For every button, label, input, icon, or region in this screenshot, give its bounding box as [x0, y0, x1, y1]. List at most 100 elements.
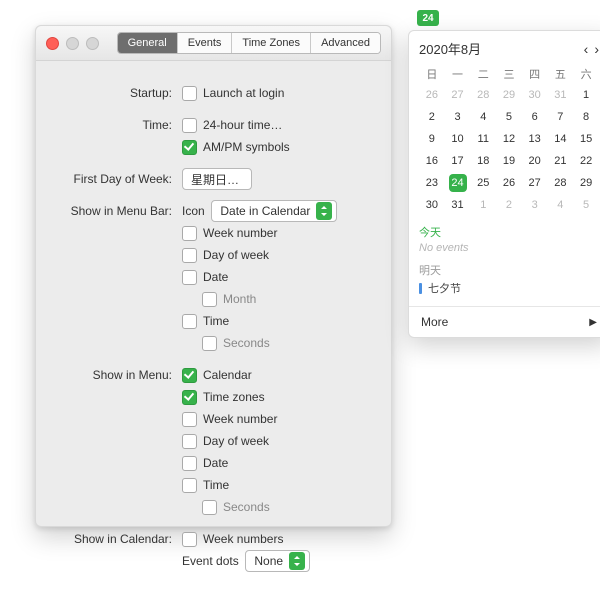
tab-bar: General Events Time Zones Advanced: [117, 32, 381, 54]
check-mn-calendar[interactable]: [182, 368, 197, 383]
calendar-day[interactable]: 30: [419, 194, 445, 216]
select-menubar-icon-value: Date in Calendar: [220, 204, 310, 218]
text-cal-weeknums: Week numbers: [203, 532, 283, 546]
check-mn-dow[interactable]: [182, 434, 197, 449]
text-ampm: AM/PM symbols: [203, 140, 290, 154]
check-24hour[interactable]: [182, 118, 197, 133]
menubar-icon[interactable]: 24: [417, 10, 439, 26]
calendar-day[interactable]: 27: [522, 172, 548, 194]
check-launch-at-login[interactable]: [182, 86, 197, 101]
check-mb-month[interactable]: [202, 292, 217, 307]
check-cal-weeknums[interactable]: [182, 532, 197, 547]
check-mb-seconds[interactable]: [202, 336, 217, 351]
calendar-dow: 三: [496, 64, 522, 84]
calendar-day[interactable]: 7: [548, 106, 574, 128]
event-title: 七夕节: [428, 280, 461, 296]
select-first-day[interactable]: 星期日…: [182, 168, 252, 190]
calendar-day[interactable]: 4: [470, 106, 496, 128]
calendar-day[interactable]: 30: [522, 84, 548, 106]
select-first-day-value: 星期日…: [191, 171, 239, 188]
calendar-day[interactable]: 3: [522, 194, 548, 216]
calendar-day[interactable]: 3: [445, 106, 471, 128]
form-area: Startup: Launch at login Time: 24-hour t…: [36, 61, 391, 591]
check-mb-time[interactable]: [182, 314, 197, 329]
calendar-panel: 2020年8月 ‹ › 日一二三四五六 26272829303112345678…: [408, 30, 600, 338]
calendar-day[interactable]: 23: [419, 172, 445, 194]
calendar-day[interactable]: 13: [522, 128, 548, 150]
tab-events[interactable]: Events: [178, 33, 233, 53]
text-mn-time: Time: [203, 478, 229, 492]
check-mn-timezones[interactable]: [182, 390, 197, 405]
label-firstday: First Day of Week:: [42, 169, 182, 189]
calendar-day[interactable]: 5: [496, 106, 522, 128]
label-menu: Show in Menu:: [42, 365, 182, 385]
calendar-day[interactable]: 25: [470, 172, 496, 194]
calendar-day[interactable]: 28: [548, 172, 574, 194]
calendar-day[interactable]: 5: [573, 194, 599, 216]
tab-advanced[interactable]: Advanced: [311, 33, 380, 53]
text-mb-seconds: Seconds: [223, 336, 270, 350]
calendar-day[interactable]: 27: [445, 84, 471, 106]
calendar-dow: 日: [419, 64, 445, 84]
calendar-day[interactable]: 18: [470, 150, 496, 172]
calendar-dow: 六: [573, 64, 599, 84]
calendar-day[interactable]: 26: [496, 172, 522, 194]
calendar-day[interactable]: 28: [470, 84, 496, 106]
calendar-day[interactable]: 6: [522, 106, 548, 128]
calendar-next[interactable]: ›: [594, 41, 599, 57]
calendar-day[interactable]: 2: [496, 194, 522, 216]
tab-general[interactable]: General: [118, 33, 178, 53]
calendar-dow: 四: [522, 64, 548, 84]
calendar-day[interactable]: 1: [470, 194, 496, 216]
text-mn-dow: Day of week: [203, 434, 269, 448]
calendar-day[interactable]: 31: [445, 194, 471, 216]
text-mn-seconds: Seconds: [223, 500, 270, 514]
calendar-day[interactable]: 10: [445, 128, 471, 150]
calendar-day[interactable]: 26: [419, 84, 445, 106]
calendar-day[interactable]: 29: [496, 84, 522, 106]
check-mn-weeknum[interactable]: [182, 412, 197, 427]
calendar-day[interactable]: 2: [419, 106, 445, 128]
check-mn-time[interactable]: [182, 478, 197, 493]
check-mn-seconds[interactable]: [202, 500, 217, 515]
calendar-day[interactable]: 14: [548, 128, 574, 150]
calendar-day[interactable]: 16: [419, 150, 445, 172]
calendar-day[interactable]: 20: [522, 150, 548, 172]
calendar-day[interactable]: 15: [573, 128, 599, 150]
zoom-dot[interactable]: [86, 37, 99, 50]
calendar-day[interactable]: 22: [573, 150, 599, 172]
calendar-day[interactable]: 31: [548, 84, 574, 106]
no-events: No events: [419, 242, 599, 254]
calendar-prev[interactable]: ‹: [584, 41, 589, 57]
calendar-day[interactable]: 8: [573, 106, 599, 128]
calendar-day[interactable]: 24: [445, 172, 471, 194]
check-mb-dow[interactable]: [182, 248, 197, 263]
text-mn-date: Date: [203, 456, 228, 470]
select-menubar-icon[interactable]: Date in Calendar: [211, 200, 337, 222]
more-row[interactable]: More ▶: [409, 306, 600, 337]
tab-time-zones[interactable]: Time Zones: [232, 33, 311, 53]
event-item[interactable]: 七夕节: [419, 280, 599, 296]
text-mb-dow: Day of week: [203, 248, 269, 262]
label-startup: Startup:: [42, 83, 182, 103]
check-mb-weeknum[interactable]: [182, 226, 197, 241]
minimize-dot[interactable]: [66, 37, 79, 50]
calendar-day[interactable]: 29: [573, 172, 599, 194]
check-ampm[interactable]: [182, 140, 197, 155]
close-dot[interactable]: [46, 37, 59, 50]
calendar-day[interactable]: 9: [419, 128, 445, 150]
check-mb-date[interactable]: [182, 270, 197, 285]
text-24hour: 24-hour time…: [203, 118, 282, 132]
label-menubar: Show in Menu Bar:: [42, 201, 182, 221]
triangle-right-icon: ▶: [589, 317, 597, 328]
calendar-day[interactable]: 11: [470, 128, 496, 150]
calendar-day[interactable]: 21: [548, 150, 574, 172]
select-event-dots[interactable]: None: [245, 550, 310, 572]
check-mn-date[interactable]: [182, 456, 197, 471]
calendar-day[interactable]: 12: [496, 128, 522, 150]
calendar-day[interactable]: 1: [573, 84, 599, 106]
calendar-day[interactable]: 19: [496, 150, 522, 172]
calendar-day[interactable]: 17: [445, 150, 471, 172]
calendar-title: 2020年8月: [419, 39, 584, 58]
calendar-day[interactable]: 4: [548, 194, 574, 216]
